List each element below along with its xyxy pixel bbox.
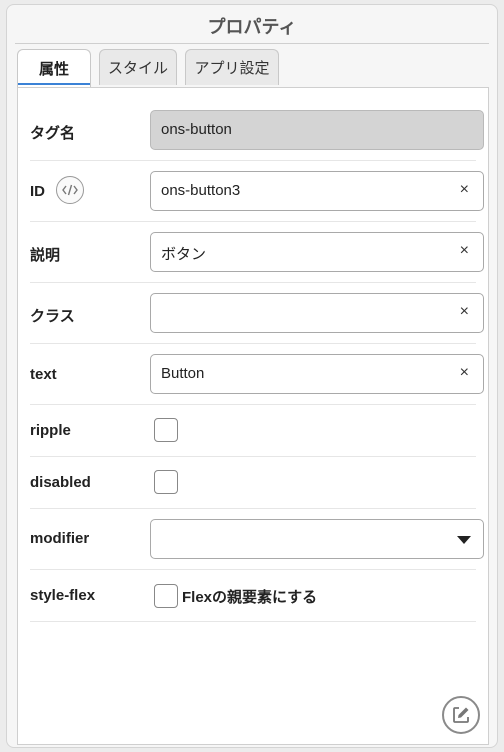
class-label: クラス: [30, 308, 75, 325]
description-label: 説明: [30, 247, 61, 264]
id-label: ID: [30, 183, 45, 200]
chevron-down-icon: [457, 536, 471, 544]
ripple-label: ripple: [30, 422, 71, 439]
tag-name-field: ons-button: [150, 110, 484, 150]
text-clear-icon[interactable]: ×: [460, 364, 469, 382]
modifier-select[interactable]: [150, 519, 484, 559]
row-modifier: modifier: [30, 508, 484, 570]
description-clear-icon[interactable]: ×: [460, 242, 469, 260]
row-tag-name: タグ名 ons-button: [30, 88, 484, 161]
row-class: クラス ×: [30, 282, 484, 344]
tag-name-label: タグ名: [30, 125, 76, 142]
row-disabled: disabled: [30, 456, 476, 509]
text-value: Button: [161, 365, 205, 382]
code-icon[interactable]: [56, 176, 84, 204]
style-flex-option-label[interactable]: Flexの親要素にする: [182, 586, 317, 607]
tab-attributes[interactable]: 属性: [17, 49, 91, 87]
id-field[interactable]: ons-button3 ×: [150, 171, 484, 211]
tab-app-settings[interactable]: アプリ設定: [185, 49, 279, 85]
panel-title: プロパティ: [207, 17, 297, 38]
modifier-label: modifier: [30, 530, 90, 547]
class-clear-icon[interactable]: ×: [460, 303, 469, 321]
tag-name-value: ons-button: [161, 121, 232, 138]
description-field[interactable]: ボタン ×: [150, 232, 484, 272]
row-description: 説明 ボタン ×: [30, 221, 484, 283]
row-text: text Button ×: [30, 343, 484, 405]
style-flex-label: style-flex: [30, 587, 96, 604]
row-id: ID ons-button3 ×: [30, 160, 484, 222]
edit-icon: [453, 707, 469, 723]
disabled-checkbox[interactable]: [154, 470, 178, 494]
description-value: ボタン: [161, 246, 207, 263]
ripple-checkbox[interactable]: [154, 418, 178, 442]
tab-style[interactable]: スタイル: [99, 49, 177, 85]
row-ripple: ripple: [30, 404, 476, 457]
title-divider: [15, 43, 489, 44]
text-label: text: [30, 366, 57, 383]
row-style-flex: style-flex Flexの親要素にする: [30, 569, 476, 622]
disabled-label: disabled: [30, 474, 91, 491]
attributes-content: タグ名 ons-button ID ons-button3 × 説明 ボタン ×…: [17, 87, 489, 745]
style-flex-checkbox[interactable]: [154, 584, 178, 608]
class-field[interactable]: ×: [150, 293, 484, 333]
id-clear-icon[interactable]: ×: [460, 181, 469, 199]
id-value: ons-button3: [161, 182, 241, 199]
edit-button[interactable]: [442, 696, 480, 734]
text-field[interactable]: Button ×: [150, 354, 484, 394]
properties-panel: プロパティ 属性 スタイル アプリ設定 タグ名 ons-button ID on…: [6, 4, 498, 748]
